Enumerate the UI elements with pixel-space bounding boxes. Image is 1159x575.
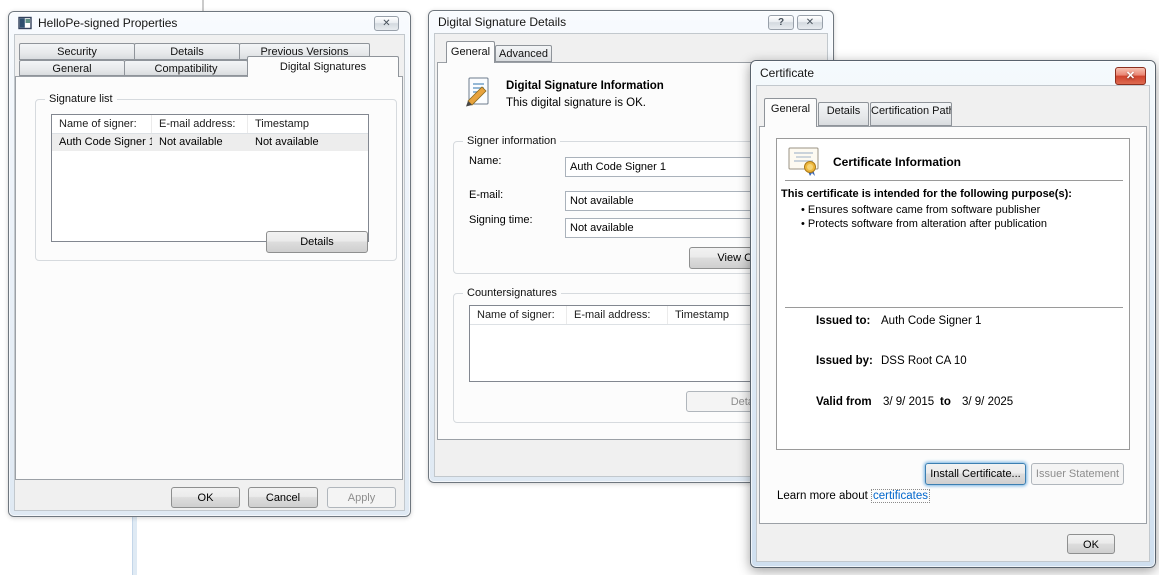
tab-general[interactable]: General	[446, 41, 495, 63]
close-icon: ✕	[382, 18, 390, 29]
table-row[interactable]: Auth Code Signer 1 Not available Not ava…	[52, 134, 368, 151]
desktop: HelloPe-signed Properties ✕ Security Det…	[0, 0, 1159, 575]
signature-status-text: This digital signature is OK.	[506, 97, 646, 109]
close-button[interactable]: ✕	[1115, 67, 1146, 85]
application-icon	[18, 16, 32, 30]
signature-list[interactable]: Name of signer: E-mail address: Timestam…	[51, 114, 369, 242]
column-header[interactable]: Name of signer:	[470, 306, 567, 324]
certificates-link[interactable]: certificates	[871, 489, 930, 503]
certificate-info-title: Certificate Information	[833, 155, 961, 169]
valid-from-value: 3/ 9/ 2015	[883, 396, 934, 408]
tab-details[interactable]: Details	[818, 102, 869, 126]
divider	[785, 307, 1123, 308]
close-icon: ✕	[806, 17, 814, 28]
purpose-item: Protects software from alteration after …	[801, 218, 1047, 230]
ok-button[interactable]: OK	[1067, 534, 1115, 554]
tab-general[interactable]: General	[19, 60, 125, 76]
signature-list-header: Name of signer: E-mail address: Timestam…	[52, 115, 368, 134]
cancel-button[interactable]: Cancel	[248, 487, 318, 508]
close-button[interactable]: ✕	[374, 16, 399, 31]
column-header[interactable]: E-mail address:	[567, 306, 668, 324]
valid-to-word: to	[940, 396, 951, 408]
window-title: Digital Signature Details	[438, 15, 566, 29]
issued-by-label: Issued by:	[816, 355, 873, 367]
certificate-dialog-window: Certificate ✕ General Details Certificat…	[750, 60, 1156, 568]
question-icon: ?	[778, 17, 784, 28]
signature-list-label: Signature list	[45, 93, 117, 105]
close-icon: ✕	[1126, 70, 1135, 82]
issuer-statement-button: Issuer Statement	[1031, 463, 1124, 485]
apply-button: Apply	[327, 487, 396, 508]
email-label: E-mail:	[469, 189, 503, 201]
tab-digital-signatures[interactable]: Digital Signatures	[247, 56, 399, 77]
certificate-titlebar[interactable]: Certificate	[751, 61, 1155, 85]
learn-more-prefix: Learn more about	[777, 490, 868, 502]
name-label: Name:	[469, 155, 501, 167]
column-header[interactable]: E-mail address:	[152, 115, 248, 133]
valid-from-label: Valid from	[816, 396, 872, 408]
signature-document-icon	[464, 77, 494, 108]
digital-signatures-page: Signature list Name of signer: E-mail ad…	[15, 76, 403, 480]
valid-to-value: 3/ 9/ 2025	[962, 396, 1013, 408]
cell-email-address: Not available	[152, 134, 248, 151]
properties-dialog-body: Security Details Previous Versions Gener…	[14, 34, 405, 511]
details-button[interactable]: Details	[266, 231, 368, 253]
tab-details[interactable]: Details	[134, 43, 240, 60]
certificate-icon	[787, 145, 823, 178]
background-window-edge	[202, 0, 204, 11]
window-title: Certificate	[760, 66, 814, 80]
tab-compatibility[interactable]: Compatibility	[124, 60, 248, 76]
background-window-edge	[132, 517, 137, 575]
column-header[interactable]: Timestamp	[248, 115, 368, 133]
issued-to-label: Issued to:	[816, 315, 870, 327]
signature-info-title: Digital Signature Information	[506, 80, 664, 92]
ok-button[interactable]: OK	[171, 487, 240, 508]
purpose-heading: This certificate is intended for the fol…	[781, 188, 1072, 200]
cell-name-of-signer: Auth Code Signer 1	[52, 134, 152, 151]
help-button[interactable]: ?	[768, 15, 794, 30]
learn-more-text: Learn more about certificates	[777, 490, 930, 502]
tab-advanced[interactable]: Advanced	[495, 45, 552, 62]
window-title: HelloPe-signed Properties	[38, 16, 177, 30]
tab-general[interactable]: General	[764, 98, 817, 127]
countersignatures-label: Countersignatures	[463, 287, 561, 299]
divider	[785, 180, 1123, 181]
certificate-info-box: Certificate Information This certificate…	[776, 138, 1130, 450]
signer-information-label: Signer information	[463, 135, 560, 147]
certificate-body: General Details Certification Path Certi…	[756, 85, 1150, 562]
cell-timestamp: Not available	[248, 134, 368, 151]
install-certificate-button[interactable]: Install Certificate...	[925, 463, 1026, 485]
issued-to-value: Auth Code Signer 1	[881, 315, 981, 327]
properties-dialog-window: HelloPe-signed Properties ✕ Security Det…	[8, 11, 411, 517]
tab-security[interactable]: Security	[19, 43, 135, 60]
close-button[interactable]: ✕	[797, 15, 823, 30]
purpose-item: Ensures software came from software publ…	[801, 204, 1040, 216]
signing-time-label: Signing time:	[469, 214, 533, 226]
column-header[interactable]: Name of signer:	[52, 115, 152, 133]
tab-certification-path[interactable]: Certification Path	[870, 102, 952, 126]
certificate-general-page: Certificate Information This certificate…	[759, 126, 1147, 524]
issued-by-value: DSS Root CA 10	[881, 355, 967, 367]
properties-dialog-titlebar[interactable]: HelloPe-signed Properties	[9, 12, 410, 34]
